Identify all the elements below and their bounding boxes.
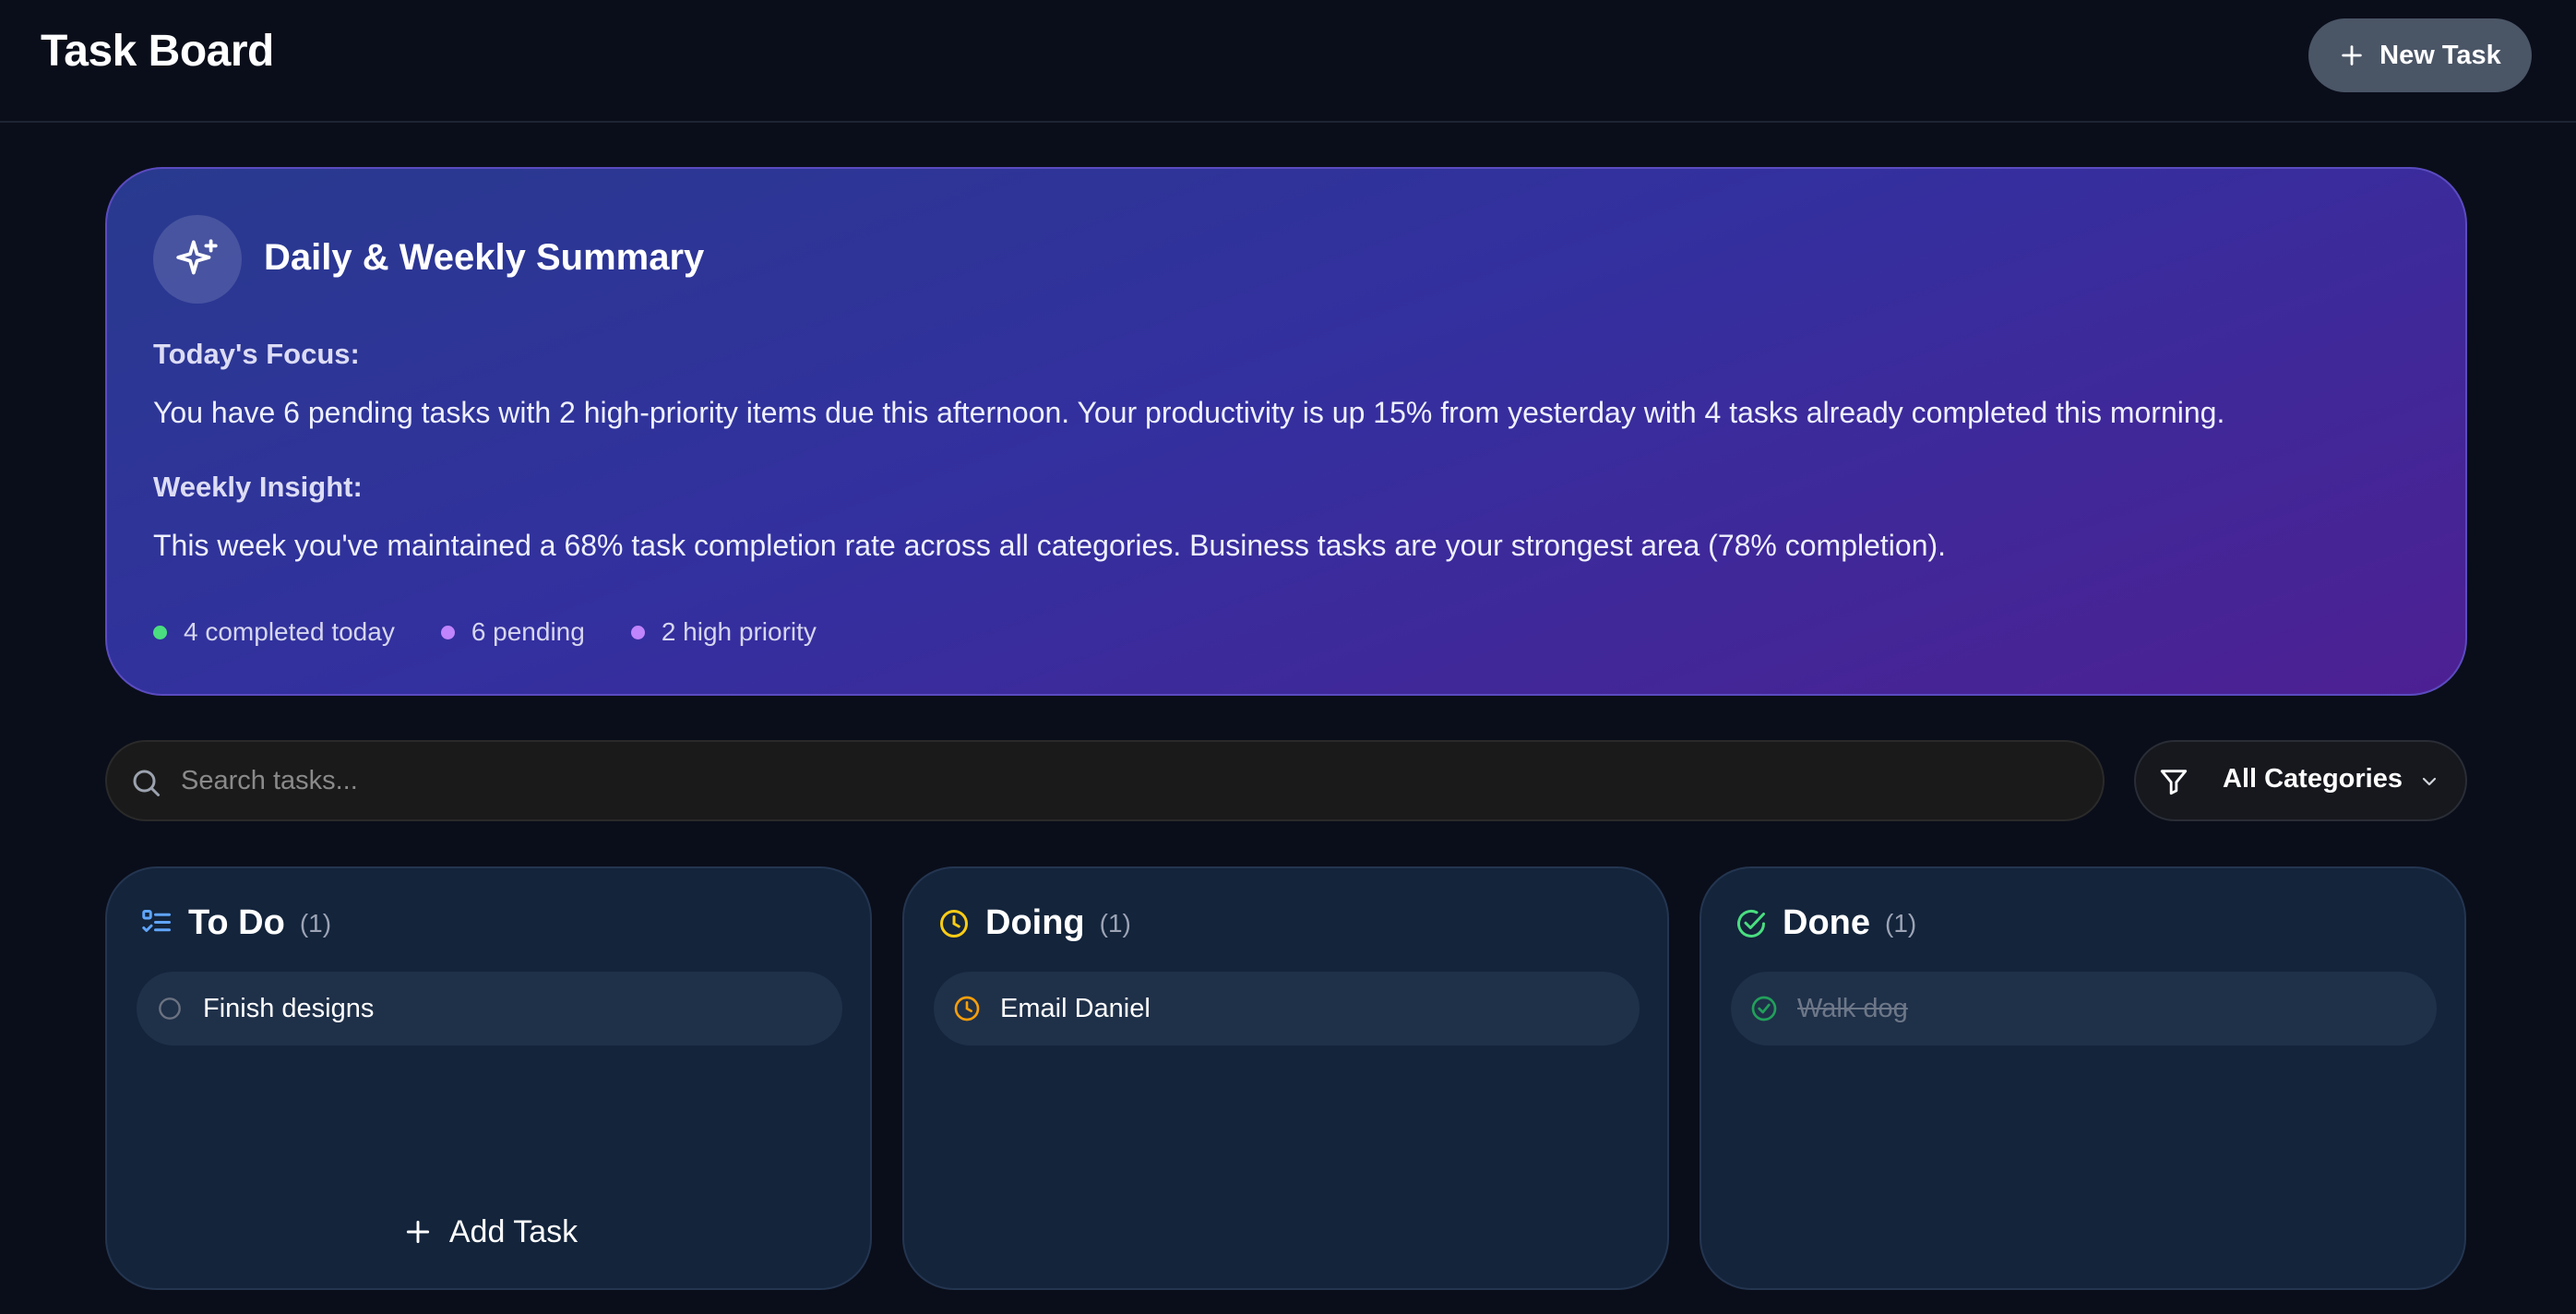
column-title: To Do <box>188 903 285 942</box>
insight-label: Weekly Insight: <box>153 471 363 503</box>
column-title: Doing <box>985 903 1085 942</box>
new-task-label: New Task <box>2379 40 2501 70</box>
summary-card: Daily & Weekly Summary Today's Focus: Yo… <box>105 167 2467 696</box>
search-box[interactable] <box>105 740 2105 821</box>
stat-pending: 6 pending <box>440 617 585 647</box>
status-dot <box>153 625 167 639</box>
task-label: Finish designs <box>203 993 375 1023</box>
column-todo: To Do (1) Finish designs Add Task <box>105 866 872 1290</box>
chevron-down-icon <box>2422 777 2437 786</box>
search-icon <box>133 770 160 796</box>
column-count: (1) <box>1885 908 1917 938</box>
sparkles-badge <box>153 215 242 304</box>
column-count: (1) <box>299 908 332 938</box>
stat-high-priority: 2 high priority <box>630 617 817 647</box>
summary-title: Daily & Weekly Summary <box>264 237 705 278</box>
focus-text: You have 6 pending tasks with 2 high-pri… <box>153 396 2225 429</box>
search-input[interactable] <box>181 742 2081 819</box>
check-circle-icon[interactable] <box>1749 994 1779 1023</box>
filter-selected-label: All Categories <box>2223 764 2403 794</box>
add-task-label: Add Task <box>448 1213 578 1249</box>
summary-stats: 4 completed today 6 pending 2 high prior… <box>153 617 817 647</box>
stat-label: 6 pending <box>471 617 585 646</box>
stat-label: 4 completed today <box>184 617 395 646</box>
column-doing: Doing (1) Email Daniel <box>902 866 1669 1290</box>
column-header: To Do (1) <box>140 903 331 943</box>
task-card[interactable]: Email Daniel <box>934 972 1640 1045</box>
clock-icon <box>940 909 968 938</box>
column-done: Done (1) Walk dog <box>1699 866 2466 1290</box>
add-task-button[interactable]: Add Task <box>107 1204 874 1260</box>
focus-label: Today's Focus: <box>153 338 360 370</box>
task-label: Walk dog <box>1797 993 1908 1023</box>
list-checks-icon <box>142 909 171 932</box>
clock-icon[interactable] <box>952 994 982 1023</box>
check-circle-icon <box>1737 909 1765 938</box>
stat-label: 2 high priority <box>661 617 817 646</box>
column-header: Done (1) <box>1735 903 1916 943</box>
plus-icon <box>2342 45 2362 66</box>
sparkles-icon <box>176 239 218 275</box>
stat-completed: 4 completed today <box>153 617 395 647</box>
task-card[interactable]: Finish designs <box>137 972 842 1045</box>
insight-text: This week you've maintained a 68% task c… <box>153 529 1947 562</box>
category-filter-dropdown[interactable]: All Categories <box>2134 740 2467 821</box>
status-dot <box>440 625 455 639</box>
column-header: Doing (1) <box>937 903 1131 943</box>
task-card[interactable]: Walk dog <box>1731 972 2437 1045</box>
task-label: Email Daniel <box>1000 993 1151 1023</box>
app-header: Task Board New Task <box>0 0 2576 123</box>
plus-icon <box>406 1220 430 1244</box>
status-dot <box>630 625 645 639</box>
column-title: Done <box>1783 903 1870 942</box>
new-task-button[interactable]: New Task <box>2308 18 2532 92</box>
filter-icon <box>2160 770 2188 795</box>
page-title: Task Board <box>41 27 274 76</box>
empty-circle-icon[interactable] <box>155 994 185 1023</box>
column-count: (1) <box>1099 908 1131 938</box>
